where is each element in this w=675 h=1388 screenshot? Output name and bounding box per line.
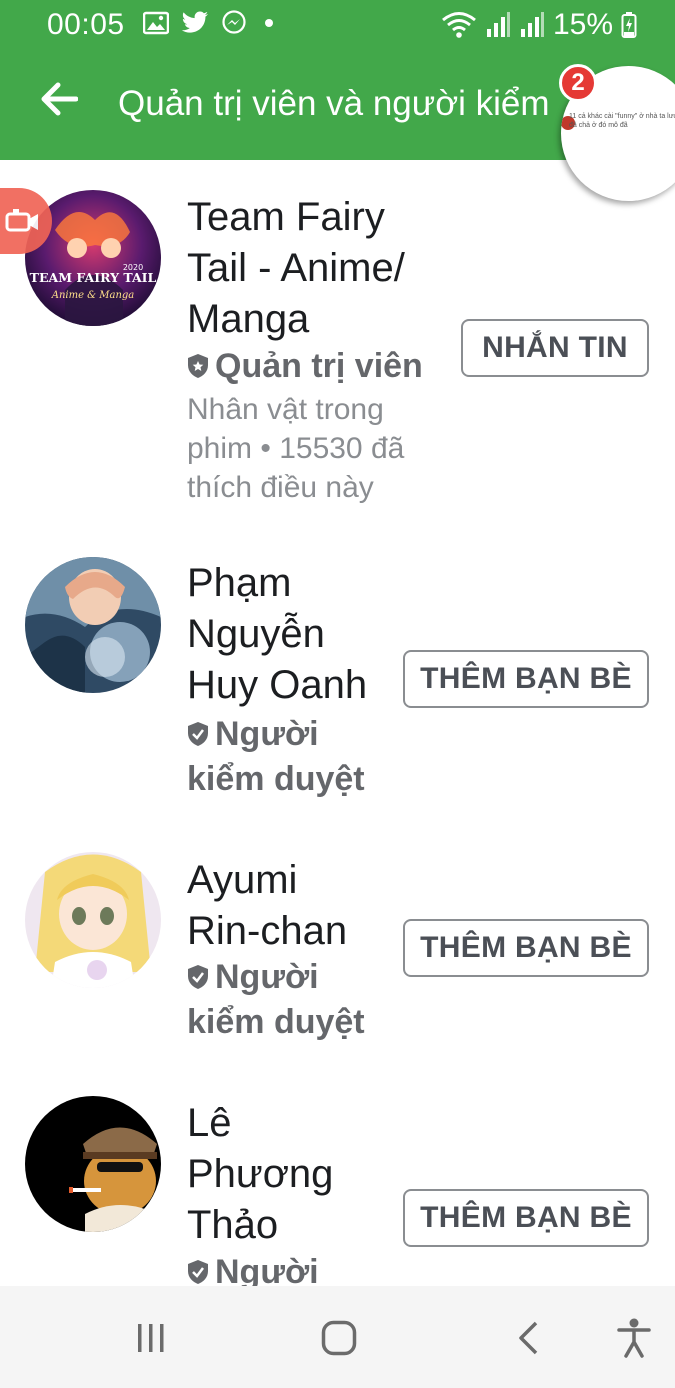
avatar[interactable] bbox=[25, 1096, 161, 1232]
member-name-line: Nguyễn bbox=[187, 612, 325, 656]
status-bar: 00:05 15% bbox=[0, 0, 675, 52]
add-friend-button[interactable]: THÊM BẠN BÈ bbox=[403, 919, 649, 977]
chathead-preview: 11 cả khác cài "funny" ở nhà ta lưu đã c… bbox=[569, 113, 675, 129]
add-friend-button[interactable]: THÊM BẠN BÈ bbox=[403, 650, 649, 708]
member-name-line: Ayumi bbox=[187, 858, 298, 902]
system-navigation-bar bbox=[0, 1286, 675, 1388]
home-icon bbox=[321, 1320, 357, 1356]
system-status-icons: 15% bbox=[441, 8, 637, 42]
member-meta-line: thích điều này bbox=[187, 471, 374, 504]
shield-icon bbox=[188, 722, 208, 746]
member-role: Người bbox=[187, 1250, 319, 1286]
member-name[interactable]: Lê Phương Thảo bbox=[187, 1098, 333, 1251]
unread-badge: 2 bbox=[559, 64, 597, 102]
gallery-icon bbox=[143, 11, 169, 35]
member-name-line: Rin-chan bbox=[187, 909, 348, 953]
accessibility-button[interactable] bbox=[610, 1316, 658, 1360]
signal-icon-2 bbox=[520, 12, 544, 37]
avatar-logo-text: TEAM FAIRY TAIL bbox=[30, 270, 157, 285]
member-name-line: Phạm bbox=[187, 561, 292, 605]
video-camera-icon bbox=[5, 209, 38, 232]
nav-back-button[interactable] bbox=[504, 1316, 552, 1360]
member-name-line: Thảo bbox=[187, 1203, 279, 1247]
member-role-label: Người bbox=[215, 715, 319, 753]
avatar-image bbox=[25, 1096, 161, 1232]
member-name-line: Huy Oanh bbox=[187, 663, 368, 707]
member-list: TEAM FAIRY TAIL Anime & Manga 2020 Team … bbox=[0, 160, 675, 1286]
avatar[interactable] bbox=[25, 852, 161, 988]
list-item: TEAM FAIRY TAIL Anime & Manga 2020 Team … bbox=[0, 160, 675, 540]
avatar-logo-year: 2020 bbox=[123, 263, 143, 272]
accessibility-icon bbox=[617, 1318, 651, 1358]
member-meta: Nhân vật trong phim • 15530 đã thích điề… bbox=[187, 390, 404, 507]
notification-icons bbox=[143, 10, 273, 36]
member-name-line: Team Fairy bbox=[187, 195, 385, 239]
home-button[interactable] bbox=[315, 1316, 363, 1360]
member-name-line: Phương bbox=[187, 1152, 334, 1196]
member-role-label: Người bbox=[215, 1253, 319, 1286]
member-meta-line: phim • 15530 đã bbox=[187, 432, 405, 465]
member-role-line: Người bbox=[187, 712, 365, 757]
shield-icon bbox=[188, 965, 208, 989]
member-meta-line: Nhân vật trong bbox=[187, 393, 384, 426]
member-role-line: Người bbox=[187, 955, 365, 1000]
member-role-label: Người bbox=[215, 958, 319, 996]
member-role-line: Người bbox=[187, 1250, 319, 1286]
recents-button[interactable] bbox=[127, 1316, 175, 1360]
more-notifications-dot bbox=[265, 19, 273, 27]
member-role-line: kiểm duyệt bbox=[187, 1003, 365, 1041]
twitter-icon bbox=[181, 11, 208, 33]
page-title: Quản trị viên và người kiểm duyệt bbox=[118, 84, 558, 123]
battery-percentage: 15% bbox=[552, 8, 613, 41]
member-name-line: Manga bbox=[187, 297, 310, 341]
arrow-left-icon bbox=[41, 82, 78, 116]
battery-charging-icon bbox=[621, 12, 637, 38]
member-name-line: Lê bbox=[187, 1101, 232, 1145]
member-name-line: Tail - Anime/ bbox=[187, 246, 405, 290]
avatar-logo-subtext: Anime & Manga bbox=[51, 290, 135, 301]
member-role: Người kiểm duyệt bbox=[187, 955, 365, 1045]
member-name[interactable]: Phạm Nguyễn Huy Oanh bbox=[187, 558, 367, 711]
status-time: 00:05 bbox=[47, 8, 125, 41]
wifi-icon bbox=[442, 12, 476, 38]
list-item: Phạm Nguyễn Huy Oanh Người kiểm duyệt TH… bbox=[0, 540, 675, 840]
avatar[interactable] bbox=[25, 557, 161, 693]
list-item: Ayumi Rin-chan Người kiểm duyệt THÊM BẠN… bbox=[0, 840, 675, 1095]
add-friend-button[interactable]: THÊM BẠN BÈ bbox=[403, 1189, 649, 1247]
recents-icon bbox=[138, 1324, 164, 1352]
member-role-line: kiểm duyệt bbox=[187, 760, 365, 798]
back-button[interactable] bbox=[36, 76, 82, 122]
shield-icon bbox=[188, 1260, 208, 1284]
message-button[interactable]: NHẮN TIN bbox=[461, 319, 649, 377]
shield-icon bbox=[188, 354, 208, 378]
member-name[interactable]: Team Fairy Tail - Anime/ Manga bbox=[187, 192, 405, 345]
messenger-icon bbox=[222, 10, 246, 34]
signal-icon-1 bbox=[486, 12, 510, 37]
member-role: Người kiểm duyệt bbox=[187, 712, 365, 802]
list-item: Lê Phương Thảo Người THÊM BẠN BÈ bbox=[0, 1095, 675, 1286]
avatar-image bbox=[25, 852, 161, 988]
avatar-image bbox=[25, 557, 161, 693]
member-role: Quản trị viên bbox=[187, 344, 423, 389]
member-name[interactable]: Ayumi Rin-chan bbox=[187, 855, 347, 957]
chevron-left-icon bbox=[519, 1321, 538, 1355]
member-role-label: Quản trị viên bbox=[215, 347, 423, 385]
